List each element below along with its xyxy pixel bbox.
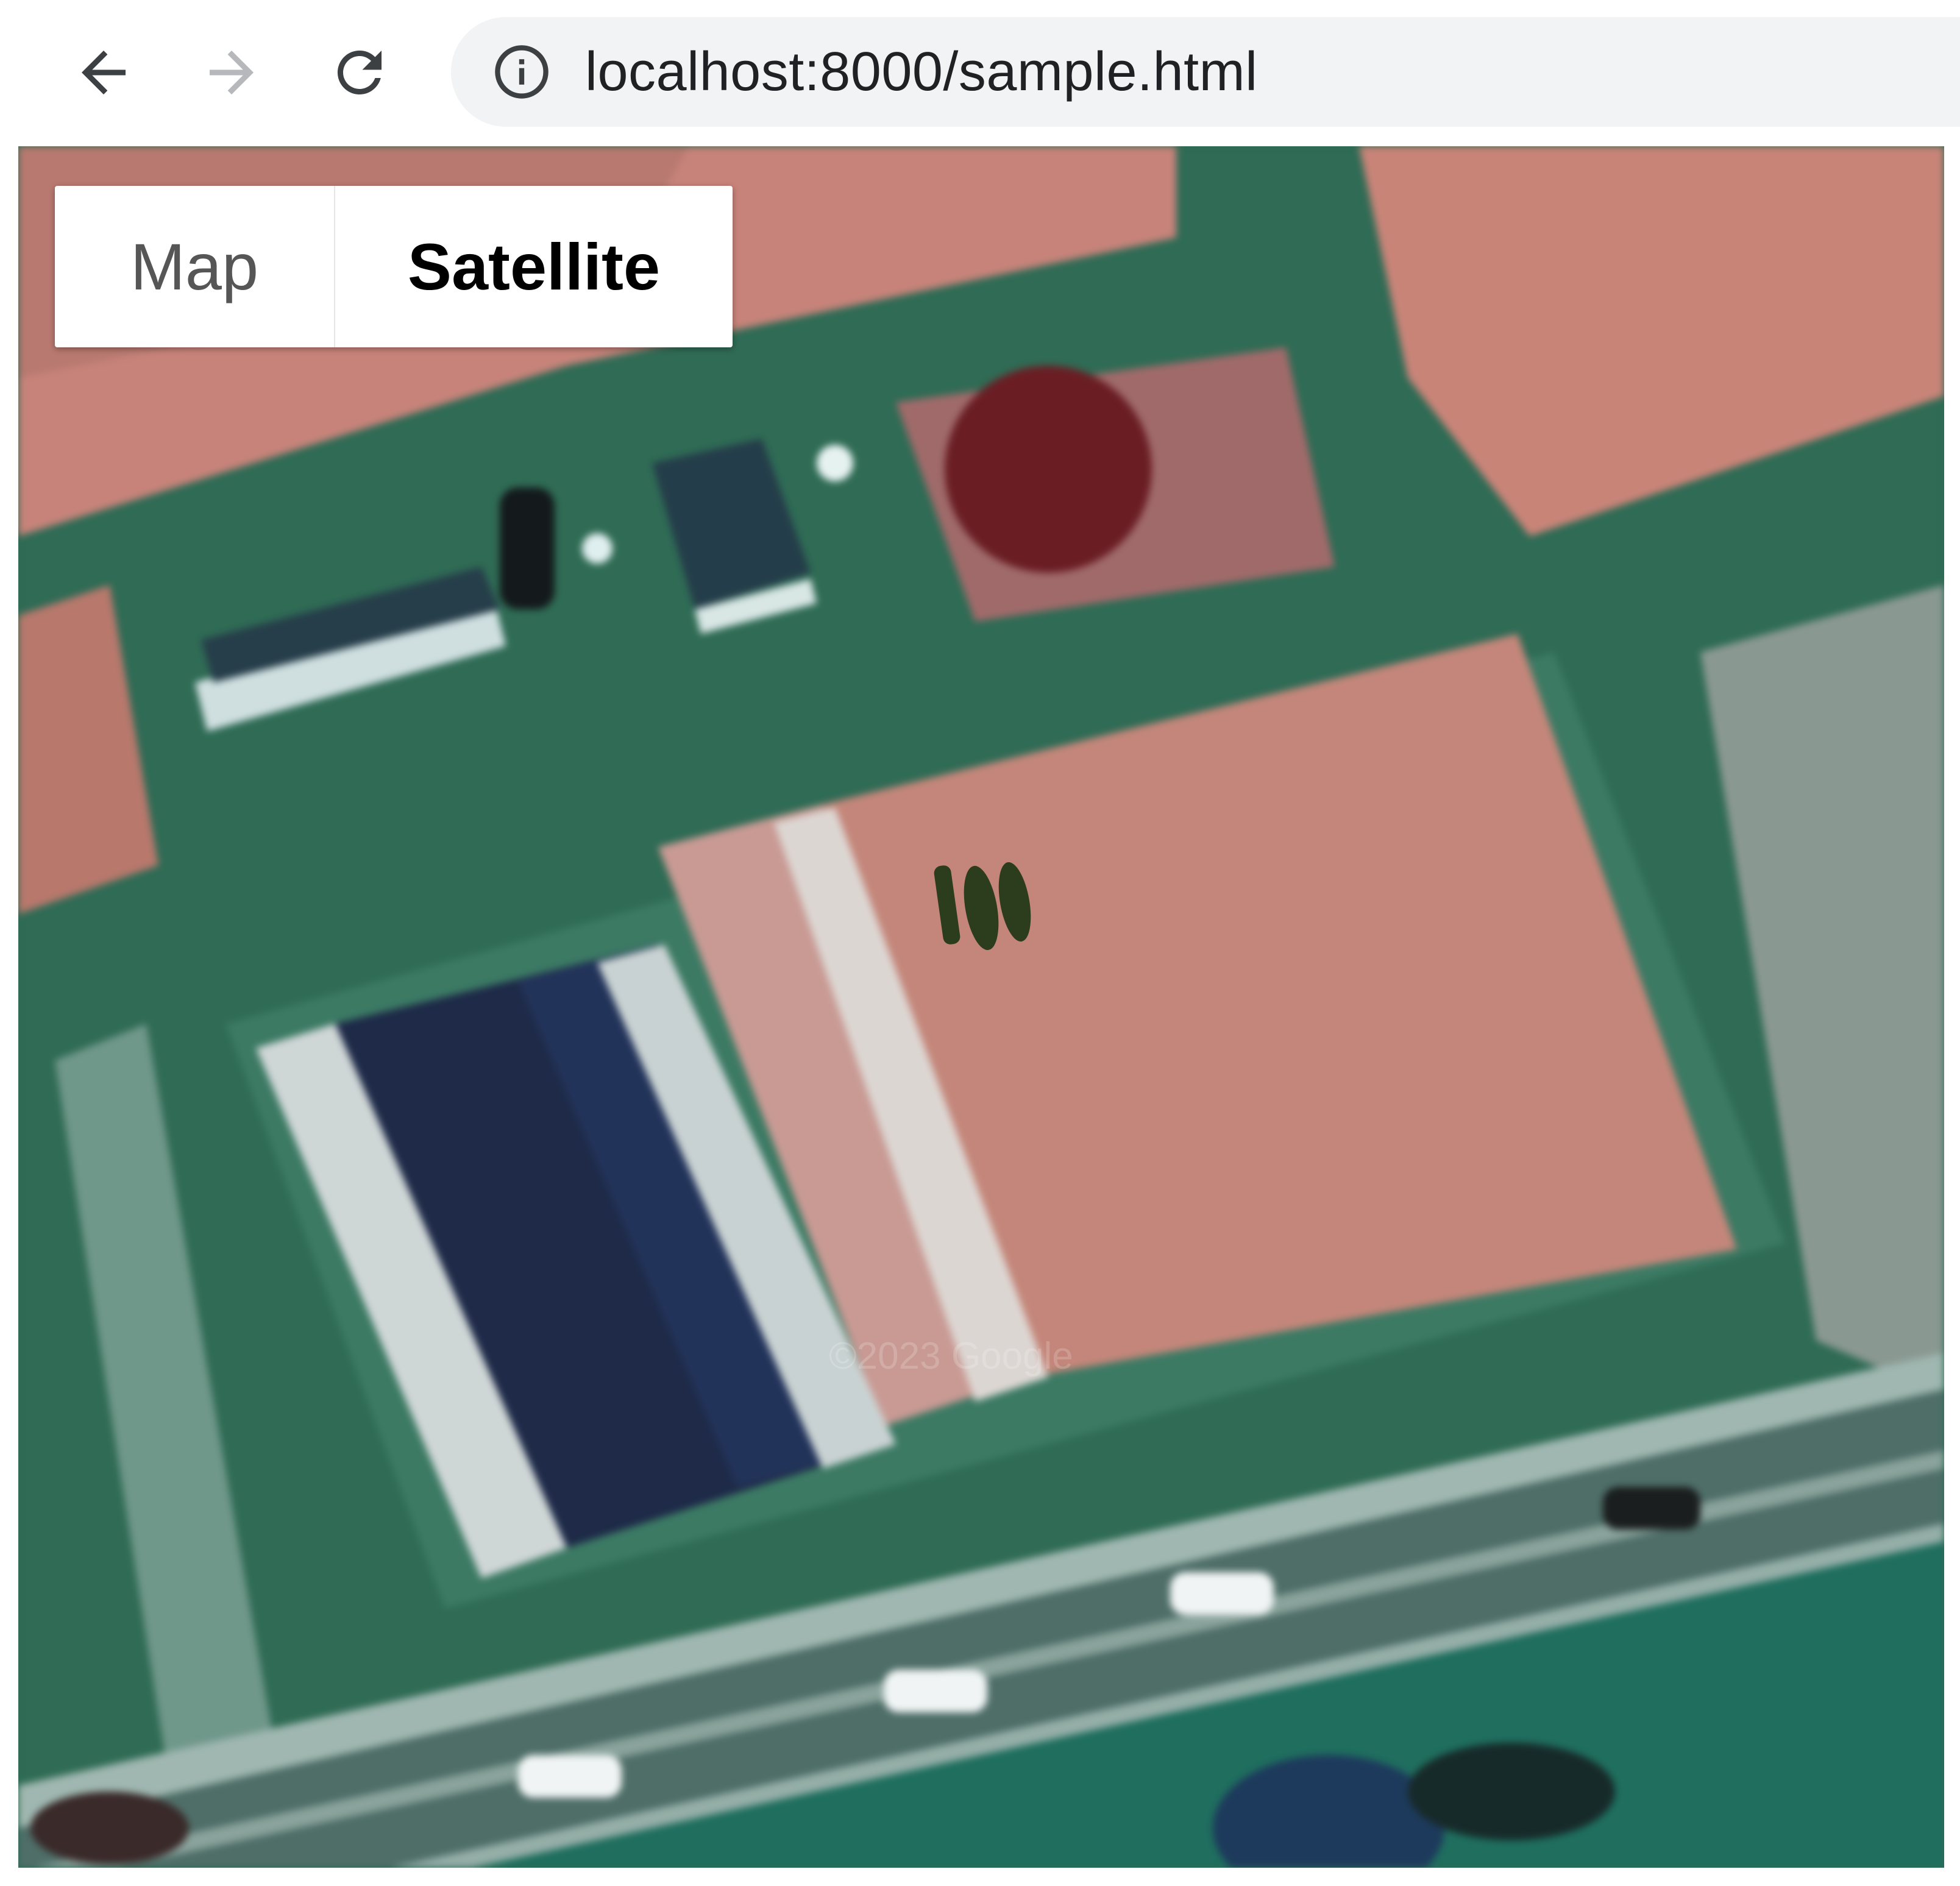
info-icon[interactable] [490, 40, 553, 104]
map-type-map-button[interactable]: Map [55, 186, 334, 347]
satellite-imagery [18, 146, 1944, 1868]
reload-icon [337, 50, 382, 94]
address-bar[interactable]: localhost:8000/sample.html [451, 17, 1960, 127]
back-button[interactable] [58, 27, 149, 118]
map-marker-icon[interactable] [932, 853, 1036, 963]
map-viewport[interactable]: Map Satellite ©2023 Google [18, 146, 1944, 1868]
forward-button[interactable] [186, 27, 277, 118]
url-text[interactable]: localhost:8000/sample.html [585, 41, 1258, 104]
arrow-left-icon [82, 51, 126, 94]
arrow-right-icon [210, 51, 254, 94]
browser-toolbar: localhost:8000/sample.html [0, 0, 1960, 141]
reload-button[interactable] [314, 27, 405, 118]
map-type-control: Map Satellite [55, 186, 733, 347]
map-type-satellite-button[interactable]: Satellite [335, 186, 733, 347]
imagery-watermark: ©2023 Google [829, 1335, 1073, 1377]
